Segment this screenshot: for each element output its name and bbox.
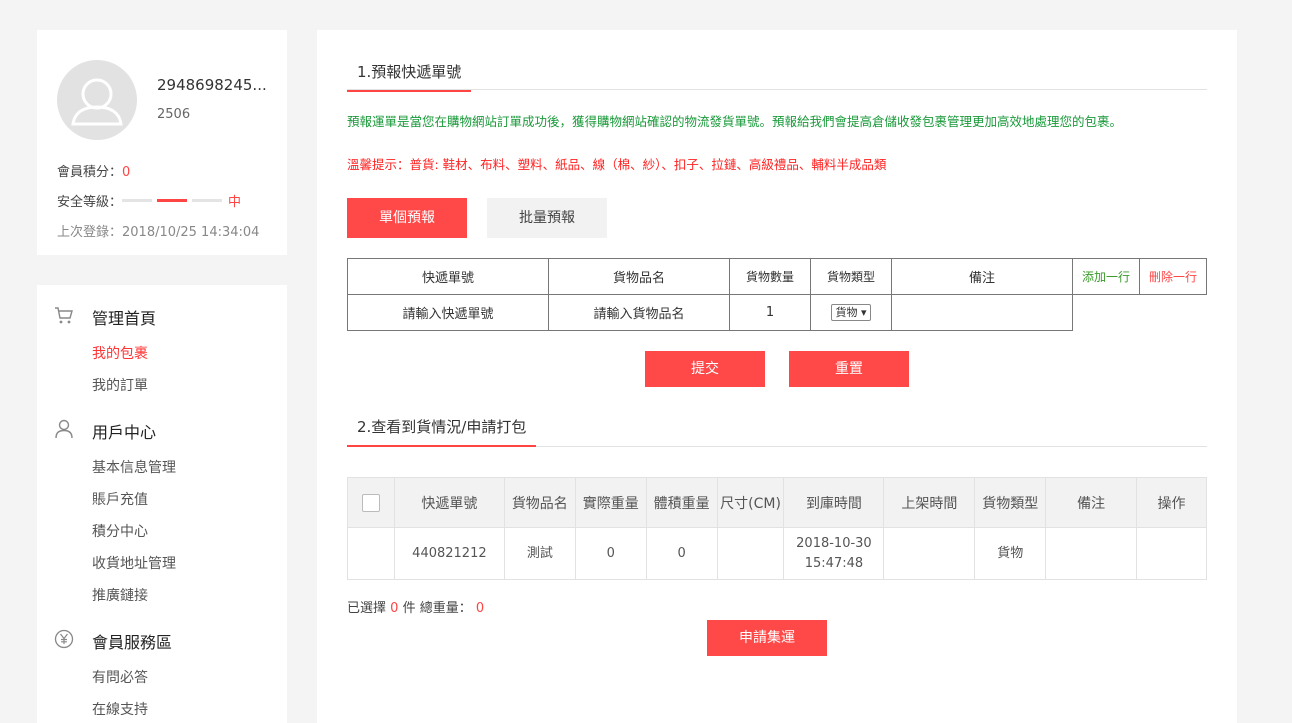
security-row: 安全等級： 中 [57,191,241,210]
row-remark [1045,527,1138,580]
row-action [1136,527,1207,580]
sidebar-item-my-packages[interactable]: 我的包裹 [92,343,148,363]
submit-button[interactable]: 提交 [645,351,765,387]
col-tracking: 快遞單號 [393,477,505,528]
row-arrival-clock: 15:47:48 [804,555,864,571]
col-tracking: 快遞單號 [347,258,549,295]
add-row-button[interactable]: 添加一行 [1072,258,1140,295]
forecast-table-header: 快遞單號 貨物品名 貨物數量 貨物類型 備注 添加一行 刪除一行 [347,258,1207,295]
sidebar-item-online-support[interactable]: 在線支持 [92,699,148,719]
row-shelf-time [883,527,976,580]
menu-head-home[interactable]: 管理首頁 [92,305,156,329]
col-type: 貨物類型 [974,477,1047,528]
security-bar-high [192,199,223,202]
row-type: 貨物 [974,527,1047,580]
sidebar-item-address[interactable]: 收貨地址管理 [92,553,176,573]
col-remark: 備注 [891,258,1073,295]
section1-divider [347,89,1207,90]
username: 2948698245... [157,76,267,94]
row-size [716,527,785,580]
col-actual-weight: 實際重量 [574,477,647,528]
tab-single-forecast[interactable]: 單個預報 [347,198,467,238]
section2-title: 2.查看到貨情況/申請打包 [347,416,537,447]
user-avatar-icon [71,78,123,126]
col-action: 操作 [1136,477,1207,528]
row-actual-weight: 0 [574,527,647,580]
sidebar-item-referral-link[interactable]: 推廣鏈接 [92,585,148,605]
points-value: 0 [122,165,131,180]
sidebar-item-faq[interactable]: 有問必答 [92,667,148,687]
last-login: 上次登錄：2018/10/25 14:34:04 [57,225,260,240]
arrival-table-header: 快遞單號 貨物品名 實際重量 體積重量 尺寸(CM) 到庫時間 上架時間 貨物類… [347,477,1207,528]
sidebar-item-basic-info[interactable]: 基本信息管理 [92,457,176,477]
total-weight: 0 [475,601,485,616]
table-row[interactable]: 440821212 測試 0 0 2018-10-30 15:47:48 貨物 [347,527,1207,580]
delete-row-button[interactable]: 刪除一行 [1139,258,1207,295]
col-remark: 備注 [1045,477,1138,528]
security-level: 中 [228,195,242,210]
sidebar-menu: 管理首頁 我的包裹 我的訂單 用戶中心 基本信息管理 賬戶充值 積分中心 收貨地… [37,285,287,723]
yen-icon [54,629,74,649]
row-tracking: 440821212 [393,527,505,580]
cart-icon [55,307,73,324]
col-volume-weight: 體積重量 [645,477,718,528]
forecast-table: 快遞單號 貨物品名 貨物數量 貨物類型 備注 添加一行 刪除一行 請輸入快遞單號… [347,258,1207,331]
selected-count: 0 [390,601,399,616]
selected-label: 已選擇 [347,601,387,616]
apply-consolidation-button[interactable]: 申請集運 [707,620,827,656]
sidebar-item-points-center[interactable]: 積分中心 [92,521,148,541]
col-type: 貨物類型 [810,258,892,295]
remark-input[interactable] [891,294,1073,331]
row-select-cell [347,527,395,580]
select-all-cell [347,477,395,528]
row-arrival-date: 2018-10-30 [796,535,872,551]
col-goods: 貨物品名 [548,258,730,295]
goods-input[interactable]: 請輸入貨物品名 [548,294,730,331]
tab-batch-forecast[interactable]: 批量預報 [487,198,607,238]
quantity-input[interactable]: 1 [729,294,811,331]
forecast-note: 預報運單是當您在購物網站訂單成功後，獲得購物網站確認的物流發貨單號。預報給我們會… [347,114,1123,129]
type-select-value: 貨物 [835,306,858,319]
points-row: 會員積分：0 [57,161,130,180]
row-arrival-time: 2018-10-30 15:47:48 [783,527,885,580]
col-shelf-time: 上架時間 [883,477,976,528]
col-size: 尺寸(CM) [716,477,785,528]
security-bar-mid [157,199,188,202]
select-all-checkbox[interactable] [361,493,380,512]
profile-card: 2948698245... 2506 會員積分：0 安全等級： 中 上次登錄：2… [37,30,287,255]
main-content: 1.預報快遞單號 預報運單是當您在購物網站訂單成功後，獲得購物網站確認的物流發貨… [317,30,1237,723]
type-cell: 貨物 ▾ [810,294,892,331]
empty-cell [1072,294,1207,331]
security-bar-low [122,199,153,202]
forecast-row: 請輸入快遞單號 請輸入貨物品名 1 貨物 ▾ [347,294,1207,331]
security-label: 安全等級： [57,195,123,210]
col-goods: 貨物品名 [503,477,576,528]
section1-title: 1.預報快遞單號 [347,61,472,92]
selection-summary: 已選擇 0 件 總重量： 0 [347,597,484,616]
row-goods: 測試 [503,527,576,580]
reset-button[interactable]: 重置 [789,351,909,387]
menu-head-member-service[interactable]: 會員服務區 [92,629,172,653]
dropdown-arrow-icon: ▾ [860,306,867,319]
user-id: 2506 [157,107,191,122]
col-quantity: 貨物數量 [729,258,811,295]
type-select[interactable]: 貨物 ▾ [831,304,871,321]
user-icon [55,419,73,439]
avatar[interactable] [57,60,137,140]
warm-tip: 溫馨提示：普貨: 鞋材、布料、塑料、紙品、線（棉、紗）、扣子、拉鏈、高級禮品、輔… [347,157,887,172]
arrival-table: 快遞單號 貨物品名 實際重量 體積重量 尺寸(CM) 到庫時間 上架時間 貨物類… [347,477,1207,580]
points-label: 會員積分： [57,165,123,180]
unit-label: 件 總重量： [402,601,472,616]
sidebar-item-recharge[interactable]: 賬戶充值 [92,489,148,509]
row-volume-weight: 0 [645,527,718,580]
col-arrival-time: 到庫時間 [783,477,885,528]
menu-head-user-center[interactable]: 用戶中心 [92,419,156,443]
tracking-input[interactable]: 請輸入快遞單號 [347,294,549,331]
sidebar-item-my-orders[interactable]: 我的訂單 [92,375,148,395]
